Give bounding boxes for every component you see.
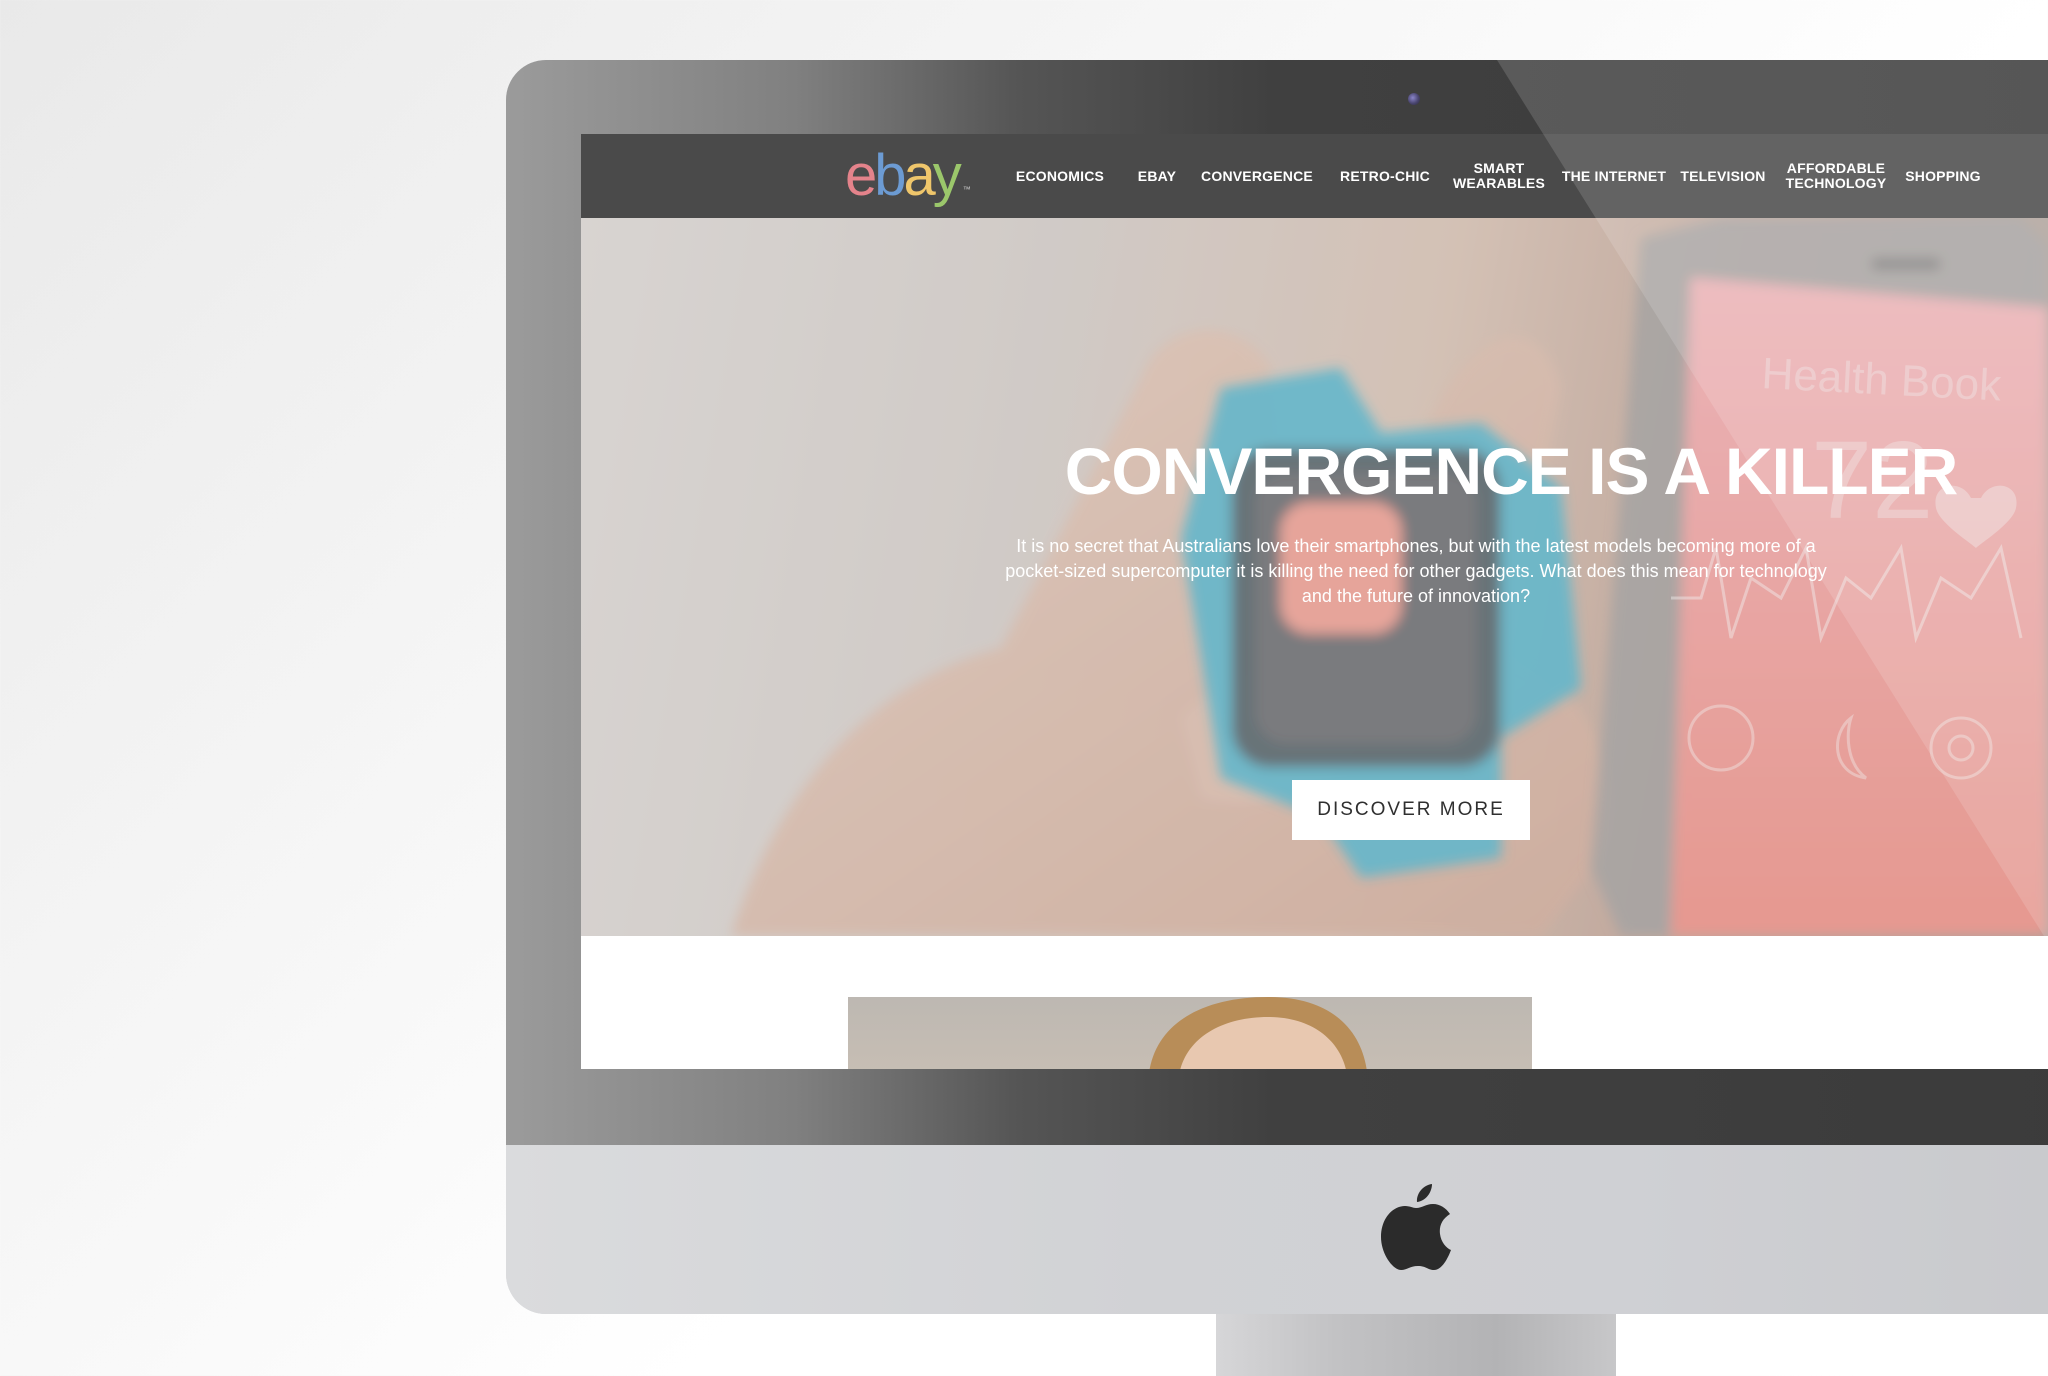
top-navigation-bar: e b a y ™ ECONOMICS EBAY CONVERGENCE RET…: [581, 134, 2048, 218]
nav-item-shopping[interactable]: SHOPPING: [1903, 134, 1983, 218]
trademark-mark: ™: [962, 185, 971, 194]
nav-item-convergence[interactable]: CONVERGENCE: [1193, 134, 1321, 218]
imac-stand: [1216, 1314, 1616, 1376]
nav-item-retro-chic[interactable]: RETRO-CHIC: [1335, 134, 1435, 218]
nav-item-economics[interactable]: ECONOMICS: [1010, 134, 1110, 218]
apple-logo-icon: [1381, 1184, 1451, 1270]
nav-item-the-internet[interactable]: THE INTERNET: [1559, 134, 1669, 218]
hero-banner: Health Book 72 CONVERGENCE IS A KILLER I…: [581, 218, 2048, 936]
nav-item-ebay[interactable]: EBAY: [1127, 134, 1187, 218]
article-image[interactable]: [848, 997, 1532, 1069]
portrait-preview-image: [1149, 997, 1367, 1069]
logo-letter-e: e: [845, 143, 877, 208]
screen: e b a y ™ ECONOMICS EBAY CONVERGENCE RET…: [581, 134, 2048, 1069]
imac-chin: [506, 1145, 2048, 1314]
hero-title: CONVERGENCE IS A KILLER: [1064, 434, 1959, 508]
nav-item-affordable-technology[interactable]: AFFORDABLE TECHNOLOGY: [1781, 134, 1891, 218]
logo-letter-b: b: [874, 143, 906, 208]
ebay-logo[interactable]: e b a y ™: [845, 144, 971, 208]
nav-item-smart-wearables[interactable]: SMART WEARABLES: [1449, 134, 1549, 218]
discover-more-button[interactable]: DISCOVER MORE: [1292, 780, 1530, 840]
logo-letter-y: y: [932, 143, 962, 208]
hero-description: It is no secret that Australians love th…: [1005, 536, 1827, 606]
camera-icon: [1408, 93, 1420, 105]
logo-letter-a: a: [903, 143, 936, 208]
nav-item-television[interactable]: TELEVISION: [1677, 134, 1769, 218]
